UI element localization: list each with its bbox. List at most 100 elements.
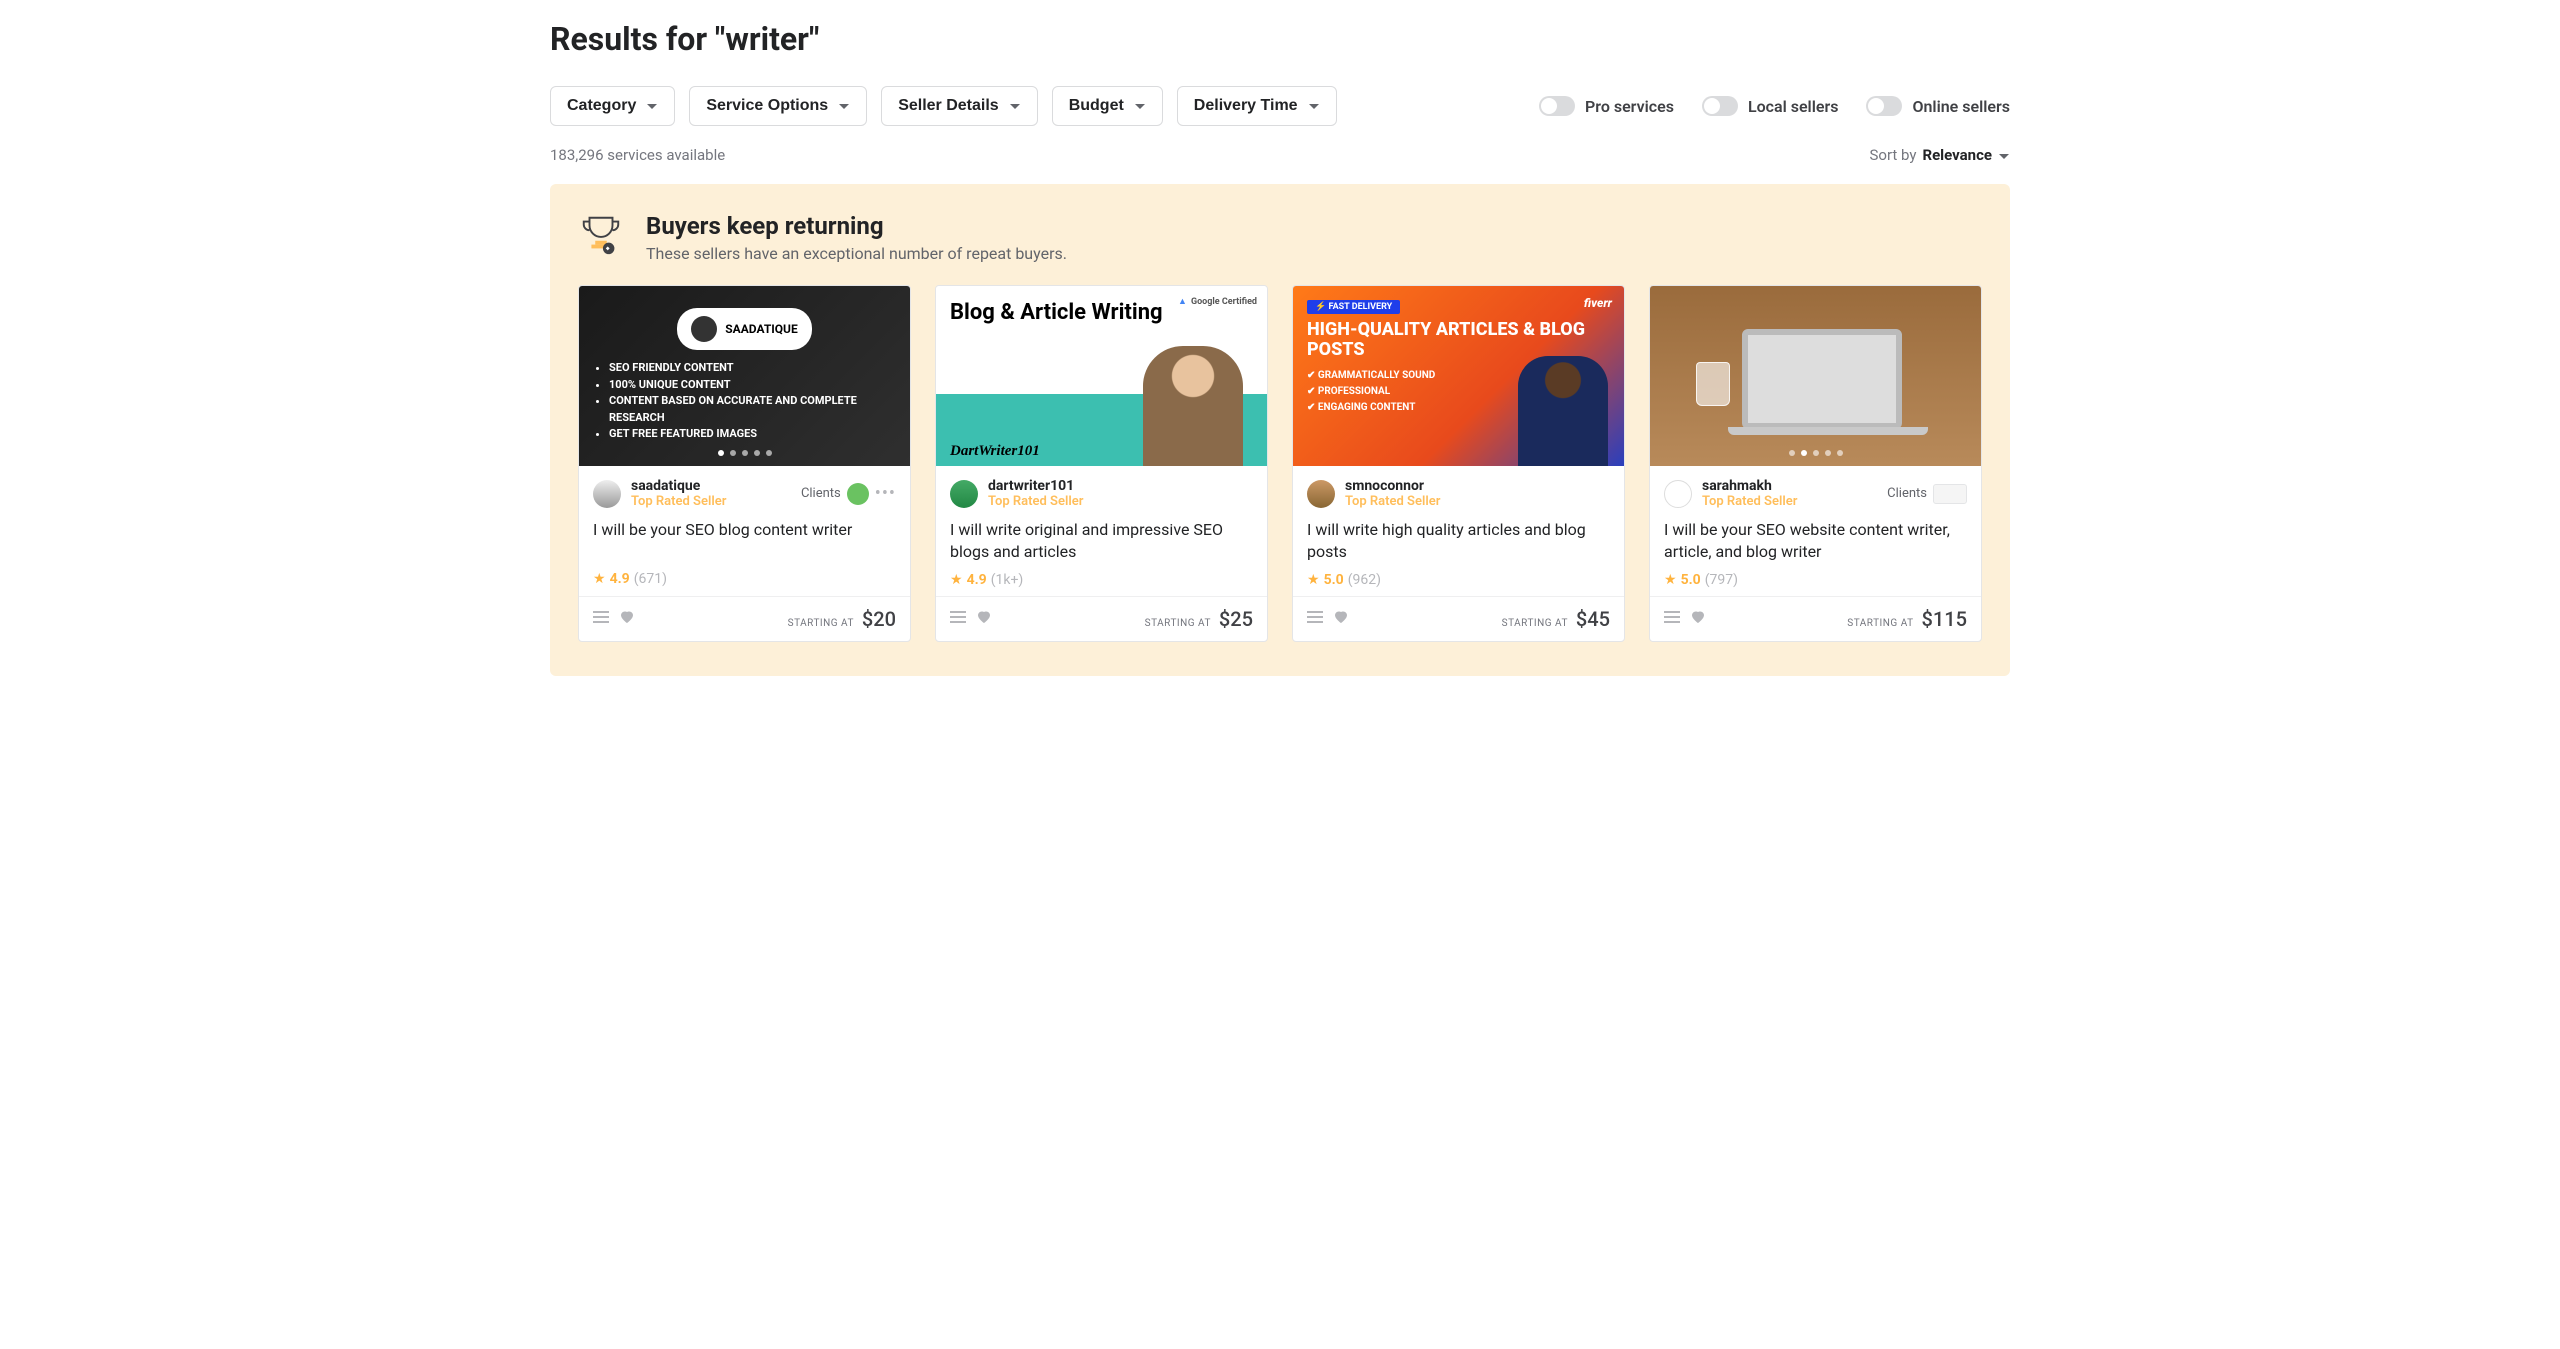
list-icon[interactable] bbox=[593, 609, 609, 629]
gig-card[interactable]: SAADATIQUE SEO FRIENDLY CONTENT 100% UNI… bbox=[578, 285, 911, 642]
toggle-local-sellers[interactable]: Local sellers bbox=[1702, 96, 1839, 116]
filter-dropdowns: Category Service Options Seller Details … bbox=[550, 86, 1337, 126]
thumb-script: DartWriter101 bbox=[950, 443, 1040, 460]
thumb-bullets: SEO FRIENDLY CONTENT 100% UNIQUE CONTENT… bbox=[591, 360, 898, 443]
toggle-label: Local sellers bbox=[1748, 97, 1839, 116]
seller-badge: Top Rated Seller bbox=[631, 494, 726, 509]
gig-price: STARTING AT $115 bbox=[1847, 607, 1967, 631]
gig-title[interactable]: I will write high quality articles and b… bbox=[1307, 519, 1610, 564]
seller-badge: Top Rated Seller bbox=[988, 494, 1083, 509]
star-icon: ★ bbox=[593, 571, 606, 587]
more-icon[interactable]: ••• bbox=[875, 483, 896, 504]
clients-indicator: Clients bbox=[1887, 484, 1967, 504]
thumb-illustration bbox=[1518, 356, 1608, 466]
switch-icon bbox=[1702, 96, 1738, 116]
avatar[interactable] bbox=[1307, 480, 1335, 508]
filter-delivery-time[interactable]: Delivery Time bbox=[1177, 86, 1337, 126]
filter-seller-details[interactable]: Seller Details bbox=[881, 86, 1038, 126]
heart-icon[interactable] bbox=[619, 609, 635, 629]
seller-badge: Top Rated Seller bbox=[1702, 494, 1797, 509]
gig-price: STARTING AT $45 bbox=[1502, 607, 1610, 631]
filter-label: Budget bbox=[1069, 97, 1124, 115]
clients-indicator: Clients ••• bbox=[801, 483, 896, 505]
seller-name[interactable]: smnoconnor bbox=[1345, 478, 1440, 494]
thumb-headline: HIGH-QUALITY ARTICLES & BLOG POSTS bbox=[1307, 320, 1610, 360]
filter-label: Seller Details bbox=[898, 97, 999, 115]
list-icon[interactable] bbox=[1307, 609, 1323, 629]
filters-row: Category Service Options Seller Details … bbox=[550, 86, 2010, 126]
gig-rating: ★ 4.9 (1k+) bbox=[950, 572, 1253, 588]
heart-icon[interactable] bbox=[976, 609, 992, 629]
chevron-down-icon bbox=[1009, 100, 1021, 112]
toggle-online-sellers[interactable]: Online sellers bbox=[1866, 96, 2010, 116]
toggle-label: Pro services bbox=[1585, 97, 1674, 116]
gig-card[interactable]: Blog & Article Writing ▲Google Certified… bbox=[935, 285, 1268, 642]
avatar[interactable] bbox=[950, 480, 978, 508]
gig-rating: ★ 5.0 (797) bbox=[1664, 572, 1967, 588]
toggle-pro-services[interactable]: Pro services bbox=[1539, 96, 1674, 116]
switch-icon bbox=[1539, 96, 1575, 116]
gig-title[interactable]: I will write original and impressive SEO… bbox=[950, 519, 1253, 564]
filter-service-options[interactable]: Service Options bbox=[689, 86, 867, 126]
gig-rating: ★ 4.9 (671) bbox=[593, 571, 896, 587]
thumb-illustration bbox=[1143, 346, 1243, 466]
toggle-label: Online sellers bbox=[1912, 97, 2010, 116]
chevron-down-icon bbox=[1134, 100, 1146, 112]
sort-by-dropdown[interactable]: Sort by Relevance bbox=[1869, 146, 2010, 164]
chevron-down-icon bbox=[646, 100, 658, 112]
chevron-down-icon bbox=[1308, 100, 1320, 112]
heart-icon[interactable] bbox=[1333, 609, 1349, 629]
thumb-illustration bbox=[1696, 362, 1730, 406]
gig-card[interactable]: ⚡ FAST DELIVERY fiverr HIGH-QUALITY ARTI… bbox=[1292, 285, 1625, 642]
filter-category[interactable]: Category bbox=[550, 86, 675, 126]
filter-label: Category bbox=[567, 97, 636, 115]
featured-header: Buyers keep returning These sellers have… bbox=[578, 212, 1982, 263]
fiverr-logo: fiverr bbox=[1584, 296, 1612, 310]
star-icon: ★ bbox=[1664, 572, 1677, 588]
avatar[interactable] bbox=[1664, 480, 1692, 508]
filter-budget[interactable]: Budget bbox=[1052, 86, 1163, 126]
switch-icon bbox=[1866, 96, 1902, 116]
gig-price: STARTING AT $25 bbox=[1145, 607, 1253, 631]
seller-name[interactable]: sarahmakh bbox=[1702, 478, 1797, 494]
gig-price: STARTING AT $20 bbox=[788, 607, 896, 631]
chevron-down-icon bbox=[1998, 149, 2010, 161]
page-title: Results for "writer" bbox=[550, 20, 2010, 58]
thumb-checks: ✔ GRAMMATICALLY SOUND ✔ PROFESSIONAL ✔ E… bbox=[1307, 368, 1435, 416]
client-logo-icon bbox=[847, 483, 869, 505]
filter-label: Service Options bbox=[706, 97, 828, 115]
thumb-illustration bbox=[1742, 329, 1902, 429]
client-logo-icon bbox=[1933, 484, 1967, 504]
seller-name[interactable]: dartwriter101 bbox=[988, 478, 1083, 494]
star-icon: ★ bbox=[1307, 572, 1320, 588]
list-icon[interactable] bbox=[1664, 609, 1680, 629]
gig-title[interactable]: I will be your SEO website content write… bbox=[1664, 519, 1967, 564]
featured-section: Buyers keep returning These sellers have… bbox=[550, 184, 2010, 676]
gig-rating: ★ 5.0 (962) bbox=[1307, 572, 1610, 588]
meta-row: 183,296 services available Sort by Relev… bbox=[550, 146, 2010, 164]
gig-title[interactable]: I will be your SEO blog content writer bbox=[593, 519, 896, 563]
gig-thumbnail[interactable]: ⚡ FAST DELIVERY fiverr HIGH-QUALITY ARTI… bbox=[1293, 286, 1624, 466]
featured-subheading: These sellers have an exceptional number… bbox=[646, 244, 1067, 263]
google-certified-badge: ▲Google Certified bbox=[1178, 296, 1257, 307]
heart-icon[interactable] bbox=[1690, 609, 1706, 629]
seller-name[interactable]: saadatique bbox=[631, 478, 726, 494]
trophy-icon bbox=[578, 212, 624, 258]
seller-badge: Top Rated Seller bbox=[1345, 494, 1440, 509]
thumb-brand: SAADATIQUE bbox=[725, 322, 797, 336]
sortby-label: Sort by bbox=[1869, 146, 1916, 164]
star-icon: ★ bbox=[950, 572, 963, 588]
sortby-value: Relevance bbox=[1922, 146, 1992, 164]
gig-thumbnail[interactable]: Blog & Article Writing ▲Google Certified… bbox=[936, 286, 1267, 466]
list-icon[interactable] bbox=[950, 609, 966, 629]
toggles-group: Pro services Local sellers Online seller… bbox=[1539, 96, 2010, 116]
gig-thumbnail[interactable] bbox=[1650, 286, 1981, 466]
filter-label: Delivery Time bbox=[1194, 97, 1298, 115]
gig-thumbnail[interactable]: SAADATIQUE SEO FRIENDLY CONTENT 100% UNI… bbox=[579, 286, 910, 466]
fast-delivery-badge: ⚡ FAST DELIVERY bbox=[1307, 300, 1400, 314]
gig-cards: SAADATIQUE SEO FRIENDLY CONTENT 100% UNI… bbox=[578, 285, 1982, 642]
avatar[interactable] bbox=[593, 480, 621, 508]
chevron-down-icon bbox=[838, 100, 850, 112]
gig-card[interactable]: sarahmakh Top Rated Seller Clients I wil… bbox=[1649, 285, 1982, 642]
thumb-title: Blog & Article Writing bbox=[950, 300, 1163, 326]
